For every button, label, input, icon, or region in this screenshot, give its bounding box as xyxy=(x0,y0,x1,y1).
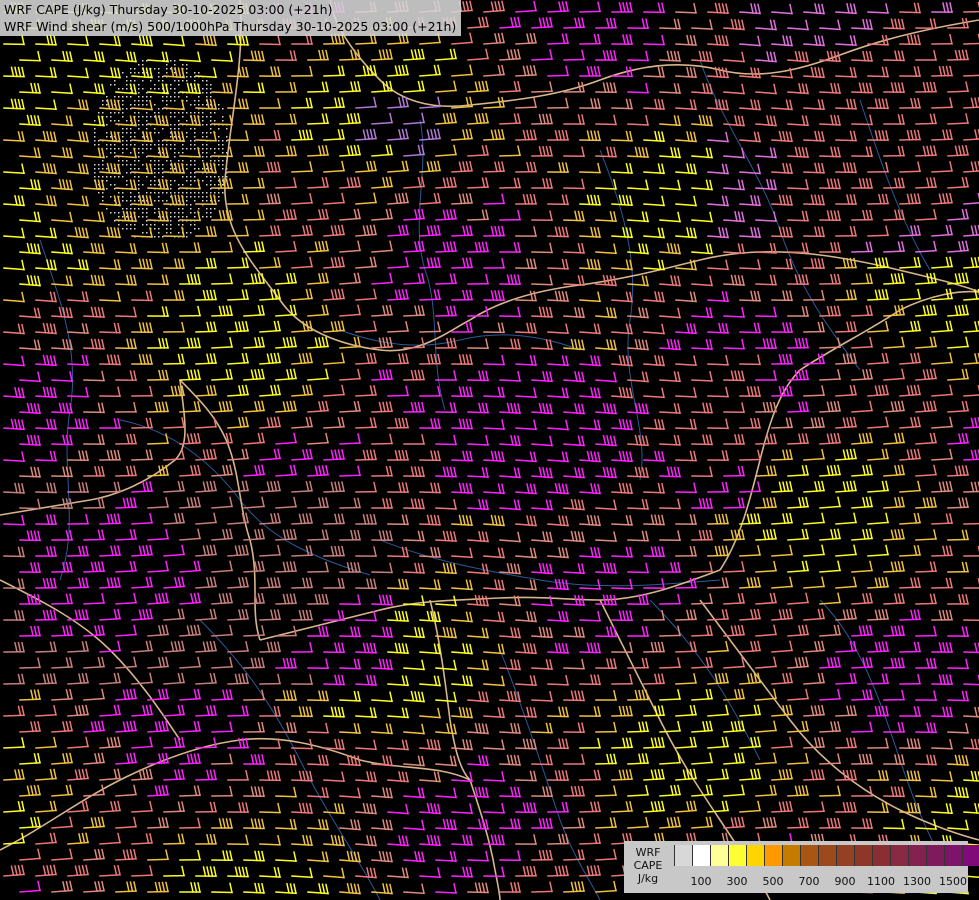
legend-swatch xyxy=(765,845,783,866)
legend-swatch xyxy=(963,845,979,866)
legend-swatch xyxy=(945,845,963,866)
legend-tick-label: 300 xyxy=(726,875,748,888)
legend-tick-label: 1300 xyxy=(903,875,931,888)
legend-color-bar xyxy=(674,845,979,866)
map-title-box: WRF CAPE (J/kg) Thursday 30-10-2025 03:0… xyxy=(0,0,462,36)
legend-swatch xyxy=(801,845,819,866)
legend-swatch xyxy=(674,845,693,866)
legend-tick-label: 500 xyxy=(762,875,784,888)
legend-tick-label: 1100 xyxy=(867,875,895,888)
legend-swatch xyxy=(693,845,711,866)
title-cape: WRF CAPE (J/kg) Thursday 30-10-2025 03:0… xyxy=(4,2,333,17)
legend-tick-label: 100 xyxy=(690,875,712,888)
legend-swatch xyxy=(819,845,837,866)
cape-wind-shear-map xyxy=(0,0,979,900)
legend-swatch xyxy=(837,845,855,866)
legend-swatch xyxy=(909,845,927,866)
legend-tick-label: 1500 xyxy=(939,875,967,888)
legend-swatch xyxy=(711,845,729,866)
legend-swatch xyxy=(783,845,801,866)
legend-tick-label: 900 xyxy=(834,875,856,888)
cape-legend: WRF CAPE J/kg 100 300 500 700 900 1100 1300 150… xyxy=(624,841,979,893)
legend-tick-label: 700 xyxy=(798,875,820,888)
legend-tick-labels: 100 300 500 700 900 1100 1300 1500 xyxy=(624,875,968,889)
legend-label-model: WRF xyxy=(635,846,661,859)
title-wind-shear: WRF Wind shear (m/s) 500/1000hPa Thursda… xyxy=(4,18,457,34)
legend-swatch xyxy=(891,845,909,866)
legend-label-param: CAPE xyxy=(633,859,663,872)
legend-swatch xyxy=(855,845,873,866)
legend-swatch xyxy=(747,845,765,866)
legend-swatch xyxy=(873,845,891,866)
legend-swatch xyxy=(927,845,945,866)
legend-swatch xyxy=(729,845,747,866)
